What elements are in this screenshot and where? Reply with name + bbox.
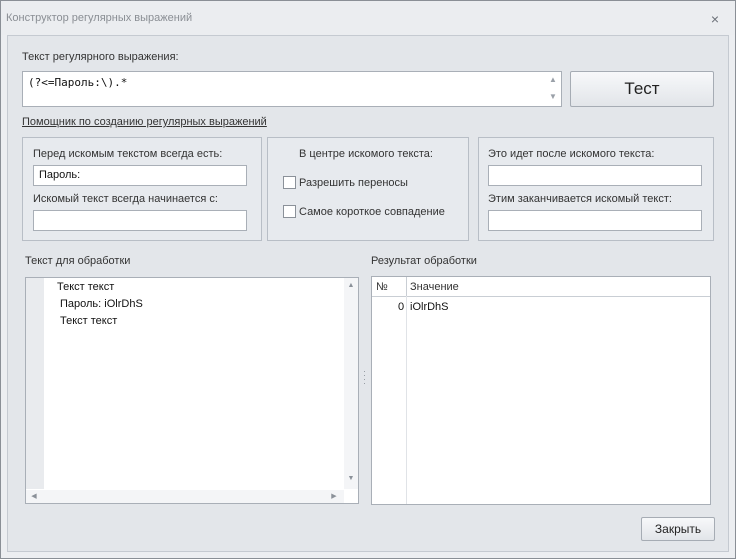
center-text-group: В центре искомого текста: Разрешить пере… bbox=[267, 137, 469, 241]
before-value: Пароль: bbox=[39, 169, 81, 181]
title-bar[interactable]: Конструктор регулярных выражений × bbox=[1, 1, 735, 35]
table-row[interactable]: 0 iOlrDhS bbox=[372, 299, 710, 316]
source-line: Текст текст bbox=[60, 315, 118, 327]
starts-with-label: Искомый текст всегда начинается с: bbox=[33, 193, 218, 205]
source-horizontal-scrollbar[interactable]: ◀ ▶ bbox=[26, 490, 344, 503]
after-input[interactable] bbox=[488, 165, 702, 186]
row-value: iOlrDhS bbox=[410, 301, 449, 313]
main-panel: Текст регулярного выражения: (?<=Пароль:… bbox=[7, 35, 729, 552]
window-title: Конструктор регулярных выражений bbox=[6, 12, 193, 24]
test-button[interactable]: Тест bbox=[570, 71, 714, 107]
shortest-match-label[interactable]: Самое короткое совпадение bbox=[299, 206, 445, 218]
regex-helper-link[interactable]: Помощник по созданию регулярных выражени… bbox=[22, 116, 267, 128]
scroll-down-icon[interactable]: ▼ bbox=[346, 474, 356, 484]
result-label: Результат обработки bbox=[371, 255, 477, 267]
scroll-up-icon[interactable]: ▲ bbox=[346, 281, 356, 291]
splitter-handle[interactable]: · · · · bbox=[363, 367, 367, 388]
scroll-right-icon[interactable]: ▶ bbox=[329, 492, 339, 502]
close-button[interactable]: Закрыть bbox=[641, 517, 715, 541]
before-label: Перед искомым текстом всегда есть: bbox=[33, 148, 223, 160]
allow-linebreaks-checkbox[interactable] bbox=[283, 176, 296, 189]
after-text-group: Это идет после искомого текста: Этим зак… bbox=[478, 137, 714, 241]
center-title: В центре искомого текста: bbox=[299, 148, 433, 160]
column-header-value[interactable]: Значение bbox=[410, 281, 459, 293]
regex-label: Текст регулярного выражения: bbox=[22, 51, 179, 63]
result-table[interactable]: № Значение 0 iOlrDhS bbox=[371, 276, 711, 505]
source-text-area[interactable]: Текст текст Пароль: iOlrDhS Текст текст … bbox=[25, 277, 359, 504]
scroll-up-icon[interactable]: ▲ bbox=[548, 75, 558, 85]
starts-with-input[interactable] bbox=[33, 210, 247, 231]
allow-linebreaks-label[interactable]: Разрешить переносы bbox=[299, 177, 408, 189]
shortest-match-checkbox[interactable] bbox=[283, 205, 296, 218]
scroll-left-icon[interactable]: ◀ bbox=[29, 492, 39, 502]
column-header-number[interactable]: № bbox=[376, 281, 388, 293]
regex-builder-window: Конструктор регулярных выражений × Текст… bbox=[0, 0, 736, 559]
close-icon[interactable]: × bbox=[707, 11, 723, 27]
source-line: Пароль: iOlrDhS bbox=[60, 298, 143, 310]
before-input[interactable]: Пароль: bbox=[33, 165, 247, 186]
row-index: 0 bbox=[398, 301, 405, 313]
regex-input[interactable]: (?<=Пароль:\).* ▲ ▼ bbox=[22, 71, 562, 107]
source-vertical-scrollbar[interactable]: ▲ ▼ bbox=[344, 278, 358, 489]
ends-with-input[interactable] bbox=[488, 210, 702, 231]
line-gutter bbox=[26, 278, 44, 489]
regex-value[interactable]: (?<=Пароль:\).* bbox=[28, 76, 127, 89]
after-label: Это идет после искомого текста: bbox=[488, 148, 655, 160]
before-text-group: Перед искомым текстом всегда есть: Парол… bbox=[22, 137, 262, 241]
regex-scrollbar[interactable]: ▲ ▼ bbox=[545, 72, 561, 106]
ends-with-label: Этим заканчивается искомый текст: bbox=[488, 193, 672, 205]
source-line: Текст текст bbox=[57, 281, 115, 293]
source-label: Текст для обработки bbox=[25, 255, 131, 267]
result-table-header: № Значение bbox=[372, 277, 710, 297]
scroll-down-icon[interactable]: ▼ bbox=[548, 92, 558, 102]
